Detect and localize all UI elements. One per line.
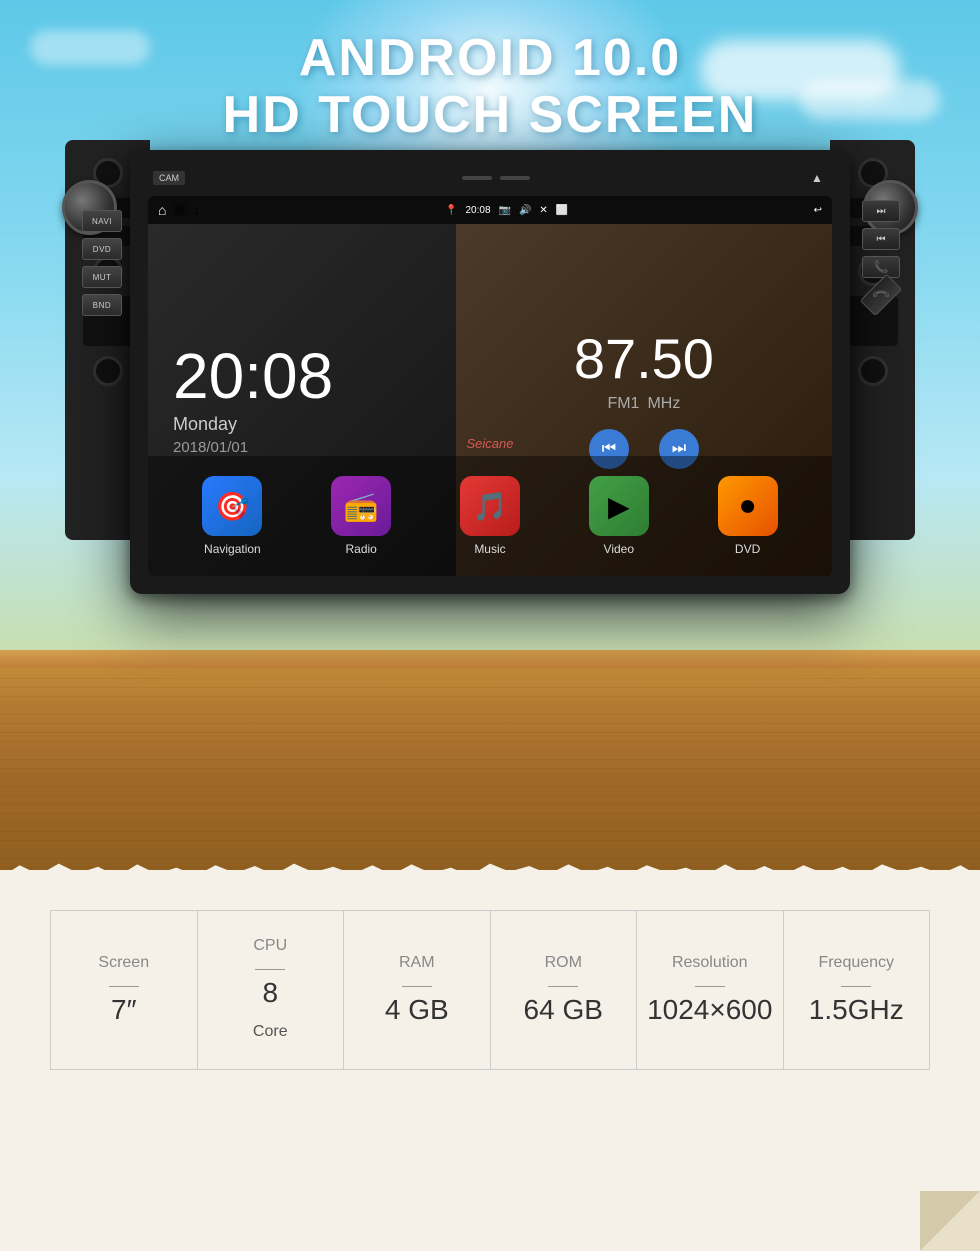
home-icon[interactable]: ⌂ — [158, 202, 166, 218]
app-icons-row: 🎯 Navigation 📻 Radio 🎵 Music ▶ Video — [148, 456, 832, 576]
spec-frequency-label: Frequency — [818, 954, 894, 972]
status-bar-left: ⌂ 🖼 ↕ — [158, 202, 200, 218]
status-bar-center: 📍 20:08 📷 🔊 ✕ ⬜ — [445, 205, 568, 216]
spec-ram-label: RAM — [399, 954, 435, 972]
navi-button[interactable]: NAVI — [82, 210, 122, 232]
spec-rom-value: 64 GB — [524, 993, 603, 1027]
table-surface — [0, 650, 980, 870]
spec-divider — [841, 986, 871, 987]
clock-time: 20:08 — [173, 344, 431, 408]
head-unit: NAVI DVD MUT BND ⏭ ⏮ 📞 📞 CAM ▲ — [130, 150, 850, 594]
nav-app-label: Navigation — [204, 542, 261, 556]
bracket-hole — [93, 356, 123, 386]
side-controls-right: ⏭ ⏮ 📞 📞 — [862, 200, 900, 306]
spec-resolution-label: Resolution — [672, 954, 748, 972]
slot-indicator — [500, 176, 530, 180]
spec-ram-value: 4 GB — [385, 993, 449, 1027]
band-button[interactable]: BND — [82, 294, 122, 316]
dvd-app-icon[interactable]: ⏺ DVD — [718, 476, 778, 556]
spec-screen: Screen 7″ — [50, 910, 198, 1070]
folded-corner — [920, 1191, 980, 1251]
dvd-button[interactable]: DVD — [82, 238, 122, 260]
spec-cpu-value: 8 Core — [253, 976, 288, 1043]
spec-divider — [695, 986, 725, 987]
volume-icon: 🔊 — [519, 205, 531, 216]
music-app-label: Music — [474, 542, 505, 556]
spec-divider — [548, 986, 578, 987]
nav-app-icon[interactable]: 🎯 Navigation — [202, 476, 262, 556]
spec-frequency: Frequency 1.5GHz — [784, 910, 931, 1070]
video-app-icon[interactable]: ▶ Video — [589, 476, 649, 556]
spec-ram: RAM 4 GB — [344, 910, 491, 1070]
status-bar: ⌂ 🖼 ↕ 📍 20:08 📷 🔊 ✕ ⬜ ↩ — [148, 196, 832, 224]
video-app-label: Video — [604, 542, 634, 556]
title-line2: HD TOUCH SCREEN — [0, 87, 980, 144]
spec-cpu: CPU 8 Core — [198, 910, 345, 1070]
clock-day: Monday — [173, 414, 431, 435]
camera-icon: 📷 — [499, 205, 511, 216]
side-buttons-left: NAVI DVD MUT BND — [82, 210, 122, 316]
spec-resolution-value: 1024×600 — [647, 993, 772, 1027]
spec-screen-label: Screen — [98, 954, 149, 972]
music-app-icon[interactable]: 🎵 Music — [460, 476, 520, 556]
radio-band: FM1 — [607, 395, 639, 413]
spec-screen-value: 7″ — [111, 993, 136, 1027]
top-bar-slots — [462, 176, 530, 180]
skip-forward-button[interactable]: ⏭ — [862, 200, 900, 222]
dvd-app-label: DVD — [735, 542, 760, 556]
status-bar-right: ↩ — [814, 205, 822, 216]
window-icon: ⬜ — [556, 205, 568, 216]
hero-section: ANDROID 10.0 HD TOUCH SCREEN — [0, 0, 980, 870]
head-unit-frame: NAVI DVD MUT BND ⏭ ⏮ 📞 📞 CAM ▲ — [130, 150, 850, 594]
spec-divider — [402, 986, 432, 987]
skip-back-button[interactable]: ⏮ — [862, 228, 900, 250]
eject-button[interactable]: ▲ — [807, 168, 827, 188]
radio-app-icon[interactable]: 📻 Radio — [331, 476, 391, 556]
specs-grid: Screen 7″ CPU 8 Core RAM 4 GB ROM 64 GB … — [50, 910, 930, 1070]
clock-date: 2018/01/01 — [173, 439, 431, 456]
nav-icon-img: 🎯 — [202, 476, 262, 536]
title-line1: ANDROID 10.0 — [0, 30, 980, 87]
hero-title: ANDROID 10.0 HD TOUCH SCREEN — [0, 30, 980, 144]
music-icon-img: 🎵 — [460, 476, 520, 536]
spec-divider — [255, 969, 285, 970]
spec-rom: ROM 64 GB — [491, 910, 638, 1070]
status-icon: ↕ — [194, 203, 200, 217]
bracket-hole — [858, 356, 888, 386]
spec-rom-label: ROM — [545, 954, 582, 972]
video-icon-img: ▶ — [589, 476, 649, 536]
slot-indicator — [462, 176, 492, 180]
status-time: 20:08 — [465, 205, 490, 216]
dvd-icon-img: ⏺ — [718, 476, 778, 536]
radio-info: FM1 MHz — [607, 395, 680, 413]
brand-watermark: Seicane — [467, 436, 514, 451]
spec-divider — [109, 986, 139, 987]
cam-label: CAM — [153, 171, 185, 185]
radio-unit: MHz — [647, 395, 680, 413]
spec-frequency-value: 1.5GHz — [809, 993, 904, 1027]
frequency-display: 87.50 — [574, 331, 714, 387]
call-button[interactable]: 📞 — [862, 256, 900, 278]
radio-icon-img: 📻 — [331, 476, 391, 536]
location-icon: 📍 — [445, 205, 457, 216]
radio-app-label: Radio — [346, 542, 377, 556]
mute-button[interactable]: MUT — [82, 266, 122, 288]
status-icon: 🖼 — [172, 203, 187, 217]
spec-cpu-label: CPU — [253, 937, 287, 955]
specs-section: Screen 7″ CPU 8 Core RAM 4 GB ROM 64 GB … — [0, 870, 980, 1251]
unit-top-bar: CAM ▲ — [148, 168, 832, 188]
close-icon: ✕ — [539, 205, 547, 216]
back-icon[interactable]: ↩ — [814, 205, 822, 216]
spec-resolution: Resolution 1024×600 — [637, 910, 784, 1070]
main-screen: ⌂ 🖼 ↕ 📍 20:08 📷 🔊 ✕ ⬜ ↩ — [148, 196, 832, 576]
